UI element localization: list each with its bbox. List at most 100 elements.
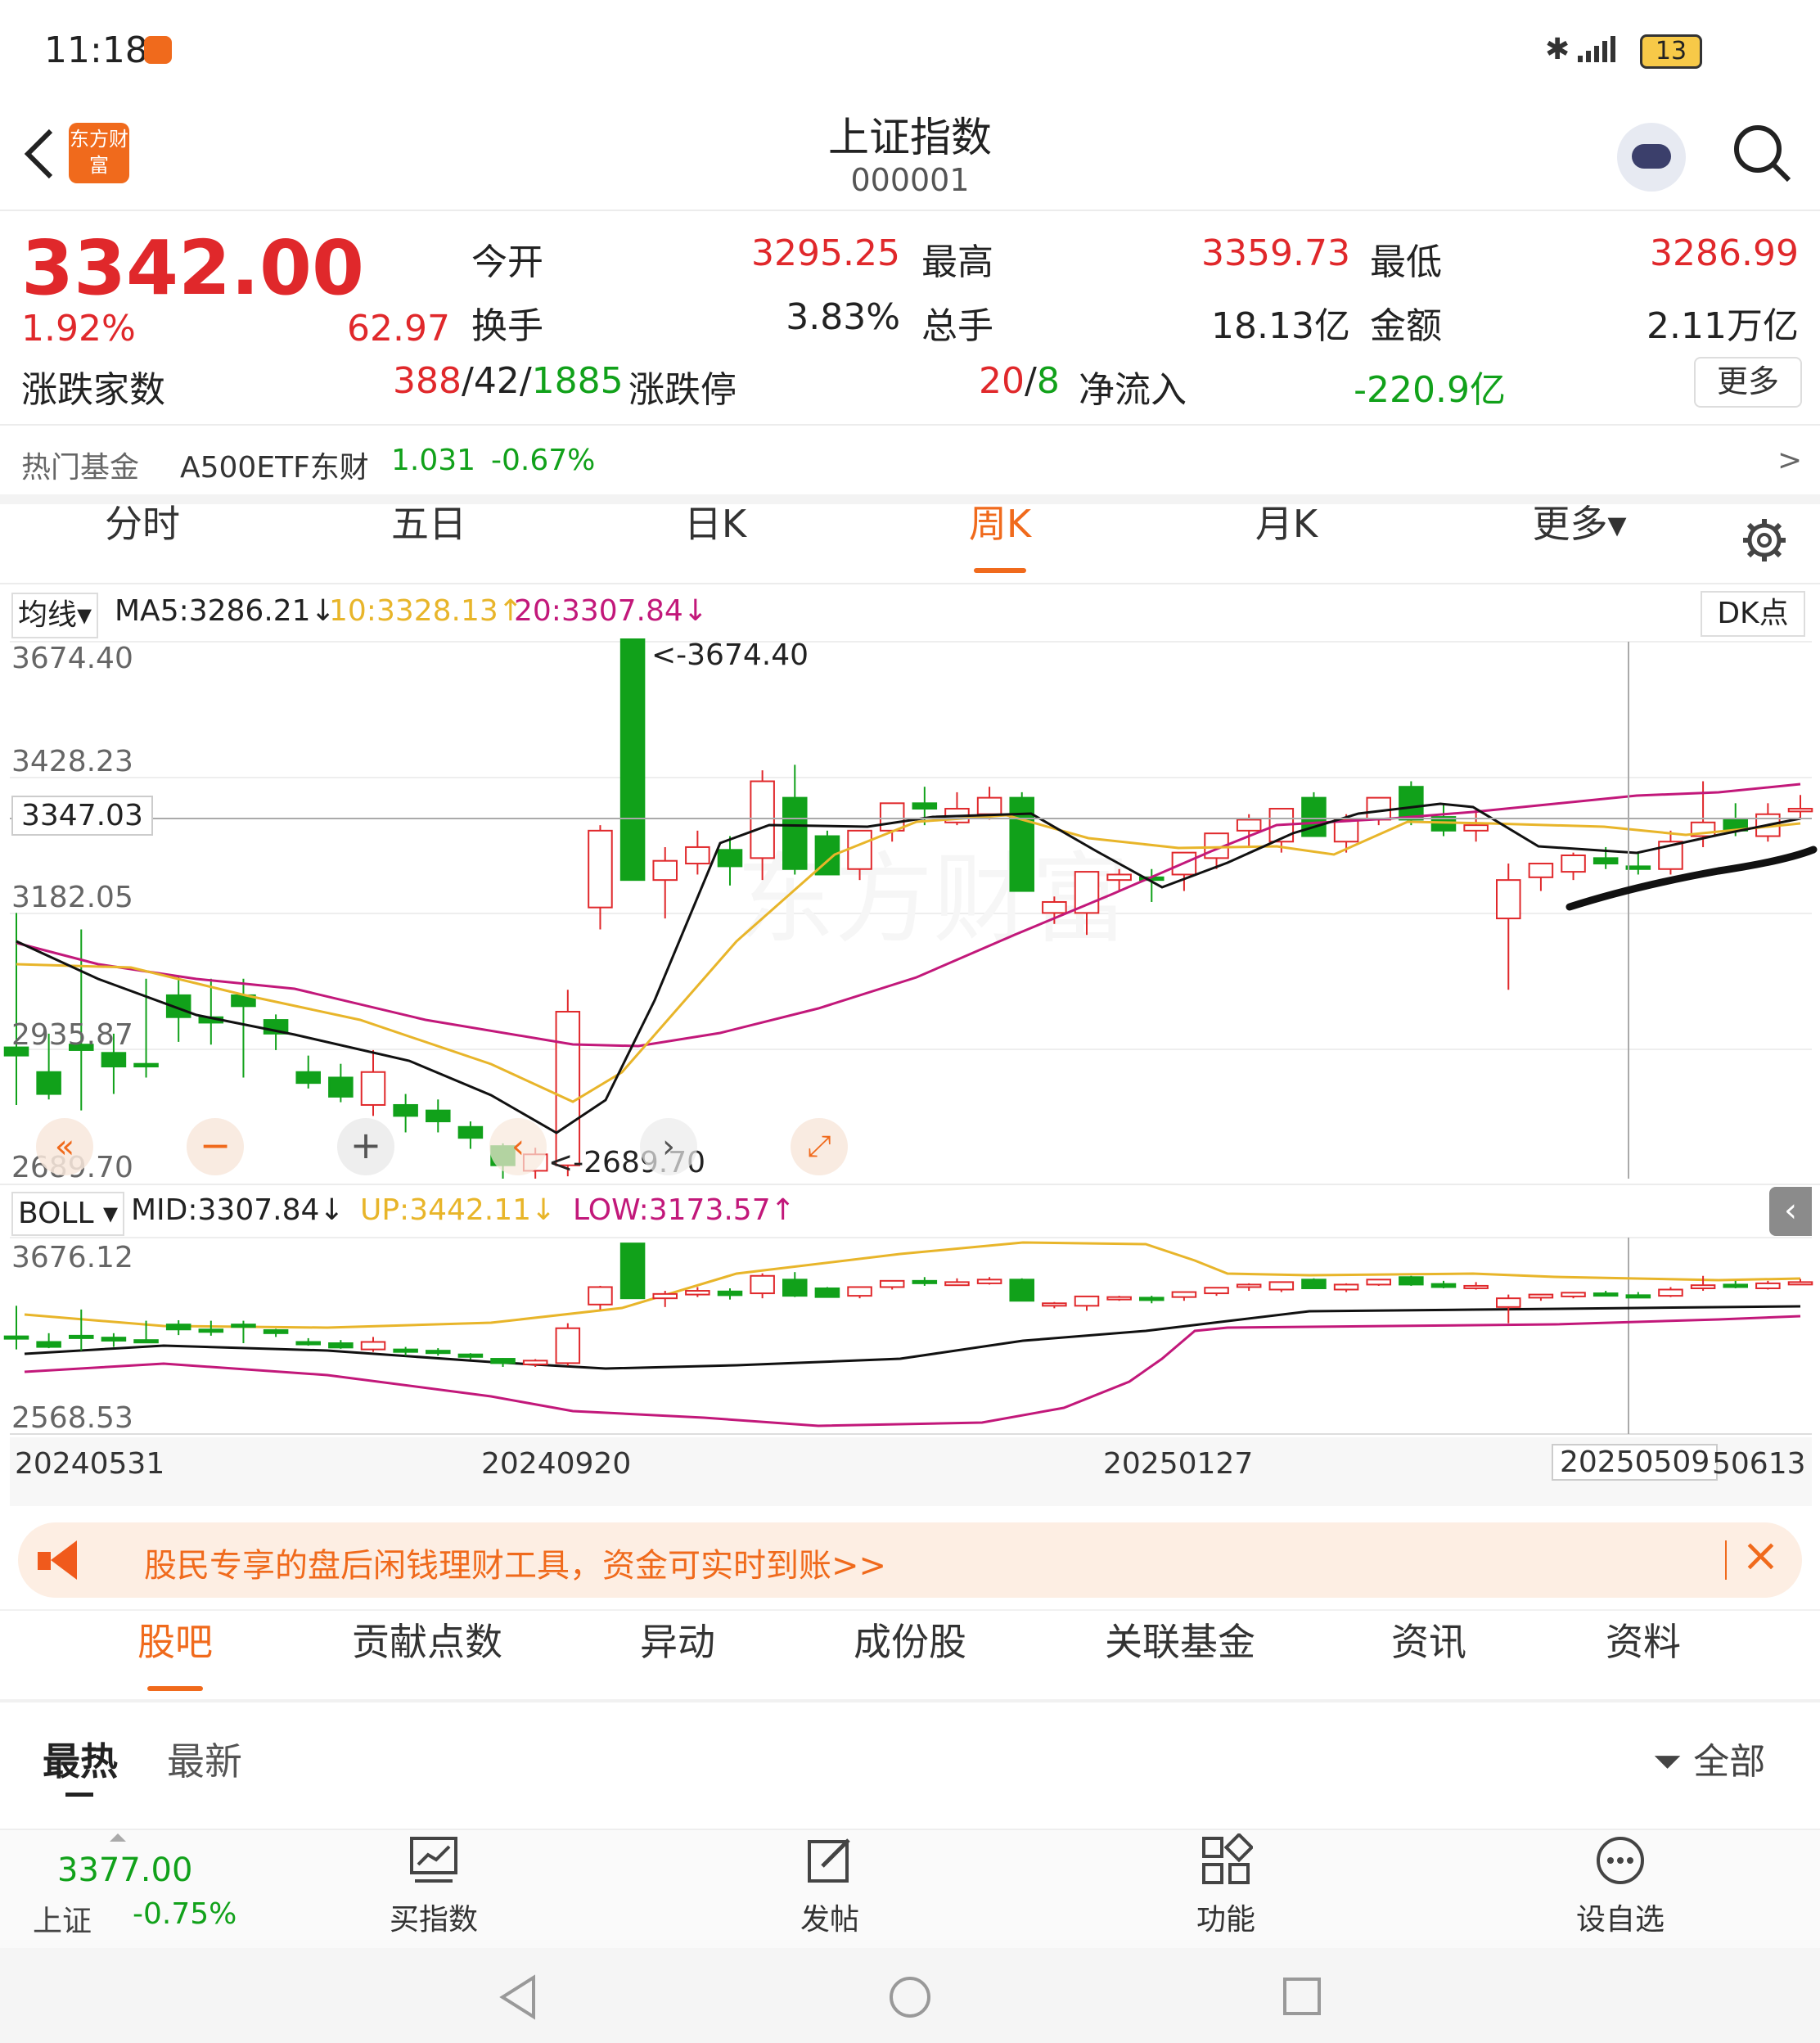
nav-post[interactable]: 发帖	[748, 1833, 912, 1938]
tab-movement[interactable]: 异动	[571, 1612, 784, 1666]
boll-axis-label: 2568.53	[11, 1401, 133, 1435]
date-axis-label: 20240920	[481, 1447, 632, 1481]
search-icon[interactable]	[1732, 123, 1792, 183]
boll-candle	[1333, 1283, 1359, 1291]
collapse-panel-icon[interactable]: ‹	[1769, 1187, 1812, 1236]
sort-hot[interactable]: 最热	[43, 1732, 118, 1786]
open-label: 今开	[471, 241, 543, 283]
boll-candle	[717, 1290, 743, 1297]
system-back-icon[interactable]	[498, 1974, 538, 2020]
tab-news[interactable]: 资讯	[1322, 1612, 1535, 1666]
sort-new[interactable]: 最新	[167, 1732, 242, 1786]
candle	[619, 638, 646, 882]
tab-more[interactable]: 更多▾	[1457, 491, 1702, 557]
open-value: 3295.25	[751, 232, 900, 274]
boll-candle	[1171, 1291, 1197, 1298]
price-axis-label: 3182.05	[11, 881, 133, 914]
expand-up-icon[interactable]	[110, 1833, 126, 1842]
boll-selector[interactable]: BOLL ▾	[11, 1192, 125, 1236]
system-recents-icon[interactable]	[1282, 1976, 1322, 2017]
candle	[1592, 857, 1619, 865]
candle	[1366, 796, 1391, 821]
tab-weekly-k[interactable]: 周K	[877, 491, 1123, 557]
nav-functions[interactable]: 功能	[1144, 1833, 1308, 1938]
date-axis-label: 20240531	[15, 1447, 165, 1481]
step-left-icon[interactable]: ‹	[489, 1118, 547, 1175]
candle	[555, 1011, 581, 1166]
boll-candle	[1301, 1279, 1327, 1289]
boll-candle	[1204, 1287, 1229, 1295]
bottom-index-pct: -0.75%	[133, 1897, 237, 1931]
candle	[782, 796, 808, 870]
tab-monthly-k[interactable]: 月K	[1164, 491, 1409, 557]
notification-icon	[144, 36, 172, 64]
chart-trend-icon	[410, 1837, 457, 1883]
breadth-value: 388/42/1885	[393, 360, 624, 402]
tab-contribution[interactable]: 贡献点数	[321, 1612, 534, 1666]
page-title: 上证指数	[828, 114, 992, 161]
candle	[652, 859, 678, 882]
boll-candle	[1236, 1283, 1262, 1288]
filter-icon: ⏷	[1653, 1741, 1683, 1783]
boll-candle	[944, 1281, 970, 1287]
hot-fund-row[interactable]: 热门基金 A500ETF东财 1.031 -0.67% >	[0, 426, 1820, 496]
robot-assistant-icon[interactable]	[1617, 123, 1686, 192]
zoom-in-icon[interactable]: +	[337, 1118, 394, 1175]
date-axis-label: 20250127	[1103, 1447, 1254, 1481]
back-icon[interactable]	[23, 128, 56, 180]
feature-tab-indicator	[147, 1686, 203, 1691]
nav-add-watchlist[interactable]: 设自选	[1538, 1833, 1702, 1938]
boll-candle	[3, 1335, 29, 1340]
nav-buy-index[interactable]: 买指数	[352, 1833, 516, 1938]
settings-gear-icon[interactable]	[1741, 517, 1787, 563]
candle	[1074, 871, 1100, 914]
netflow-value: -220.9亿	[1354, 369, 1506, 411]
chevron-right-icon: >	[1777, 444, 1803, 477]
tab-constituents[interactable]: 成份股	[804, 1612, 1016, 1666]
fullscreen-icon[interactable]: ⤢	[791, 1118, 848, 1175]
candle	[1399, 786, 1424, 821]
tab-guba[interactable]: 股吧	[69, 1612, 282, 1666]
boll-candle	[1658, 1288, 1683, 1297]
scroll-left-icon[interactable]: «	[36, 1118, 93, 1175]
tab-five-day[interactable]: 五日	[306, 491, 552, 557]
tab-related-funds[interactable]: 关联基金	[1074, 1612, 1286, 1666]
turnover-value: 3.83%	[786, 296, 900, 338]
system-home-icon[interactable]	[887, 1974, 933, 2020]
boll-candle	[847, 1286, 872, 1297]
high-annotation: <-3674.40	[651, 638, 809, 672]
kline-chart[interactable]: 东方财富	[0, 638, 1820, 1179]
boll-candle	[1592, 1292, 1619, 1297]
tab-daily-k[interactable]: 日K	[592, 491, 838, 557]
boll-candle	[1625, 1294, 1651, 1299]
step-right-icon[interactable]: ›	[640, 1118, 697, 1175]
boll-chart[interactable]	[0, 1236, 1820, 1441]
boll-candle	[879, 1279, 905, 1288]
boll-candle	[393, 1348, 418, 1353]
breadth-label: 涨跌家数	[21, 369, 165, 411]
boll-candle	[231, 1324, 256, 1328]
close-icon[interactable]: ×	[1741, 1529, 1780, 1582]
hot-fund-name: A500ETF东财	[180, 451, 369, 485]
indicator-selector[interactable]: 均线▾	[11, 593, 99, 638]
promo-banner[interactable]: 股民专享的盘后闲钱理财工具，资金可实时到账>> ×	[18, 1522, 1802, 1598]
ma5-value: MA5:3286.21↓	[115, 594, 336, 628]
tab-profile[interactable]: 资料	[1537, 1612, 1750, 1666]
boll-candle	[1399, 1276, 1424, 1286]
tab-fenshi[interactable]: 分时	[20, 491, 265, 557]
hot-fund-pct: -0.67%	[491, 444, 596, 477]
stock-code: 000001	[850, 162, 970, 198]
zoom-out-icon[interactable]: −	[187, 1118, 244, 1175]
candle	[1528, 863, 1554, 878]
more-button[interactable]: 更多	[1694, 357, 1802, 408]
boll-candle	[1139, 1297, 1165, 1301]
boll-candle	[814, 1287, 840, 1298]
boll-candle	[165, 1324, 191, 1331]
filter-all-button[interactable]: ⏷ 全部	[1653, 1732, 1765, 1784]
candle	[101, 1052, 127, 1068]
candle	[1333, 819, 1359, 843]
boll-candle	[69, 1334, 94, 1339]
app-logo[interactable]: 东方财富	[69, 123, 129, 183]
bottom-index-price[interactable]: 3377.00	[57, 1851, 192, 1889]
dk-point-button[interactable]: DK点	[1701, 591, 1805, 637]
